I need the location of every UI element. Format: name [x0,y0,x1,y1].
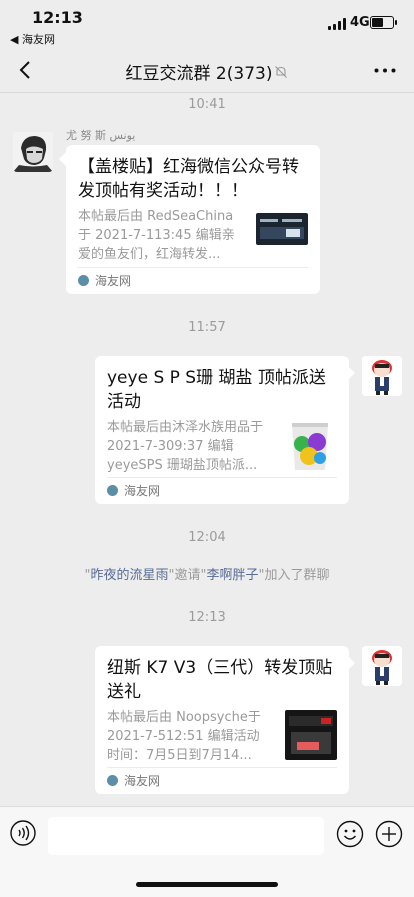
sys-invite-text: "邀请" [168,568,207,583]
chat-title: 红豆交流群 2(373) [0,59,414,84]
timestamp: 12:13 [188,610,226,625]
source-logo-icon [107,485,118,496]
avatar[interactable] [13,132,53,172]
source-logo-icon [107,775,118,786]
card-description: 本帖最后由 RedSeaChina 于 2021-7-113:45 编辑亲爱的鱼… [78,209,235,262]
card-source-label: 海友网 [124,774,161,788]
plus-icon[interactable] [375,820,403,848]
bubble-tail [348,366,355,380]
card-thumbnail [285,710,337,760]
card-title: 【盖楼贴】红海微信公众号转发顶帖有奖活动！！！ [78,157,299,201]
status-time: 12:13 [32,8,83,27]
card-source: 海友网 [107,477,337,504]
emoji-icon[interactable] [336,820,364,848]
card-thumbnail [289,420,331,472]
back-to-app-link[interactable]: ◀ 海友网 [10,31,55,47]
chat-title-text: 红豆交流群 2(373) [125,64,273,84]
avatar[interactable] [362,356,402,396]
battery-icon [370,16,397,29]
card-title: yeye S P S珊 瑚盐 顶帖派送活动 [107,368,326,412]
card-source-label: 海友网 [124,484,161,498]
status-bar: 12:13 ◀ 海友网 4G [0,0,414,48]
timestamp: 11:57 [188,320,226,335]
home-indicator [136,882,278,887]
voice-input-icon[interactable] [10,820,36,846]
card-source-label: 海友网 [95,274,132,288]
link-card[interactable]: 【盖楼贴】红海微信公众号转发顶帖有奖活动！！！ 本帖最后由 RedSeaChin… [66,145,320,294]
card-thumbnail [256,213,308,245]
avatar[interactable] [362,646,402,686]
message-input[interactable] [48,817,324,855]
sys-joined-text: "加入了群聊 [258,568,330,583]
card-description: 本帖最后由沐泽水族用品于 2021-7-309:37 编辑 yeyeSPS 珊瑚… [107,420,264,473]
more-options-icon[interactable] [374,68,396,73]
sender-name: 尤 努 斯 يونس [66,129,136,142]
network-type: 4G [350,15,370,30]
chat-header: 红豆交流群 2(373) [0,48,414,93]
bubble-tail [59,152,66,166]
invitee-name-link[interactable]: 李啊胖子 [206,568,258,583]
source-logo-icon [78,275,89,286]
link-card[interactable]: yeye S P S珊 瑚盐 顶帖派送活动 本帖最后由沐泽水族用品于 2021-… [95,356,349,504]
signal-icon [328,18,346,30]
card-title: 纽斯 K7 V3（三代）转发顶贴送礼 [107,658,333,702]
mute-bell-icon [275,65,288,78]
system-message: "昨夜的流星雨"邀请"李啊胖子"加入了群聊 [0,564,414,583]
card-source: 海友网 [107,767,337,794]
inviter-name-link[interactable]: 昨夜的流星雨 [91,568,169,583]
timestamp: 12:04 [188,530,226,545]
card-source: 海友网 [78,267,308,294]
card-description: 本帖最后由 Noopsyche于 2021-7-512:51 编辑活动时间：7月… [107,710,261,763]
bubble-tail [348,656,355,670]
link-card[interactable]: 纽斯 K7 V3（三代）转发顶贴送礼 本帖最后由 Noopsyche于 2021… [95,646,349,794]
timestamp: 10:41 [188,97,226,112]
